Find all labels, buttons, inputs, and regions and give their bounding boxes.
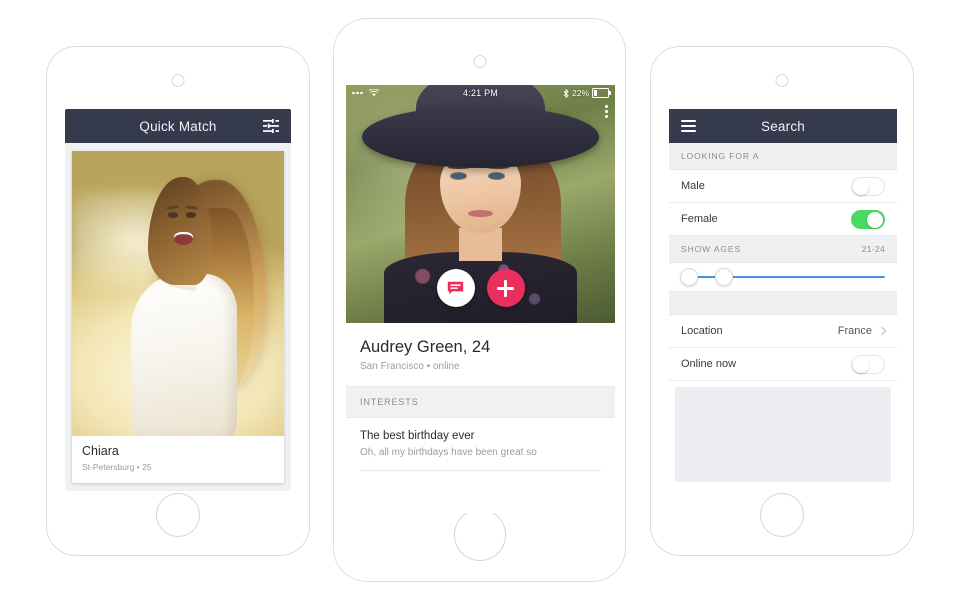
signal-dots-icon (352, 91, 363, 95)
match-location-age: St-Petersburg • 25 (82, 462, 152, 472)
slider-track[interactable] (680, 268, 885, 286)
row-label: Male (681, 180, 705, 192)
toggle-female[interactable] (851, 209, 885, 229)
match-card-meta: Chiara St-Petersburg • 25 (72, 436, 284, 474)
group-header-label: SHOW AGES (681, 244, 742, 254)
toggle-knob (867, 211, 883, 228)
front-camera-icon (473, 55, 486, 68)
page-title: Search (761, 118, 805, 134)
home-button[interactable] (453, 509, 506, 561)
row-value: France (837, 325, 887, 337)
age-range-value: 21-24 (861, 244, 885, 254)
bluetooth-icon (563, 88, 569, 98)
mockup-canvas: Quick Match Chiara St-Petersburg • 25 4:… (0, 0, 960, 600)
front-camera-icon (171, 74, 185, 87)
section-header-interests: INTERESTS (346, 386, 615, 418)
group-header-looking-for-a: LOOKING FOR A (669, 143, 897, 170)
group-separator (669, 292, 897, 315)
row-online-now[interactable]: Online now (669, 348, 897, 381)
quick-match-navbar: Quick Match (65, 109, 291, 143)
hamburger-menu-icon[interactable] (681, 120, 696, 132)
toggle-knob (853, 356, 869, 373)
status-time: 4:21 PM (463, 88, 498, 98)
row-location[interactable]: Location France (669, 315, 897, 348)
search-navbar: Search (669, 109, 897, 143)
row-label: Online now (681, 358, 737, 370)
more-vertical-icon[interactable] (605, 105, 608, 119)
row-label: Female (681, 213, 718, 225)
location-value: France (837, 325, 872, 337)
match-name: Chiara (82, 444, 119, 458)
add-button[interactable] (486, 269, 525, 307)
phone-mockup-search: Search LOOKING FOR A Male Female SHOW AG… (650, 46, 914, 556)
phone2-screen: 4:21 PM 22% Audrey Green, 24 San Francis… (346, 85, 615, 513)
toggle-male[interactable] (851, 176, 885, 196)
interest-title[interactable]: The best birthday ever (346, 418, 615, 442)
profile-action-buttons (436, 269, 525, 307)
chevron-right-icon (877, 326, 887, 336)
match-photo (72, 151, 284, 436)
phone-mockup-profile: 4:21 PM 22% Audrey Green, 24 San Francis… (333, 18, 626, 582)
group-header-label: LOOKING FOR A (681, 151, 760, 161)
battery-percent-label: 22% (572, 88, 590, 98)
slider-handle-max[interactable] (714, 268, 733, 286)
phone3-screen: Search LOOKING FOR A Male Female SHOW AG… (669, 109, 897, 493)
ios-status-bar: 4:21 PM 22% (346, 85, 615, 101)
profile-hero-photo: 4:21 PM 22% (346, 85, 615, 323)
empty-panel (675, 387, 891, 482)
message-button[interactable] (436, 269, 475, 307)
toggle-online-now[interactable] (851, 354, 885, 374)
toggle-knob (853, 178, 869, 195)
match-card[interactable]: Chiara St-Petersburg • 25 (72, 151, 284, 483)
front-camera-icon (775, 74, 789, 87)
wifi-icon (368, 89, 379, 97)
status-right: 22% (498, 88, 612, 98)
age-range-slider[interactable] (669, 263, 897, 292)
group-header-show-ages: SHOW AGES 21-24 (669, 236, 897, 263)
divider (360, 470, 601, 471)
home-button[interactable] (760, 493, 804, 537)
profile-meta: San Francisco • online (360, 361, 460, 372)
page-title: Quick Match (139, 118, 217, 134)
profile-name: Audrey Green, 24 (360, 338, 491, 356)
filter-sliders-icon[interactable] (263, 119, 279, 133)
interest-body: Oh, all my birthdays have been great so (360, 447, 537, 458)
phone-mockup-quick-match: Quick Match Chiara St-Petersburg • 25 (46, 46, 310, 556)
row-label: Location (681, 325, 723, 337)
plus-icon (497, 279, 514, 297)
battery-icon (592, 88, 612, 98)
row-male[interactable]: Male (669, 170, 897, 203)
status-left (352, 89, 463, 97)
slider-handle-min[interactable] (680, 268, 699, 286)
phone1-screen: Quick Match Chiara St-Petersburg • 25 (65, 109, 291, 491)
row-female[interactable]: Female (669, 203, 897, 236)
message-bubble-icon (447, 281, 464, 295)
home-button[interactable] (156, 493, 200, 537)
